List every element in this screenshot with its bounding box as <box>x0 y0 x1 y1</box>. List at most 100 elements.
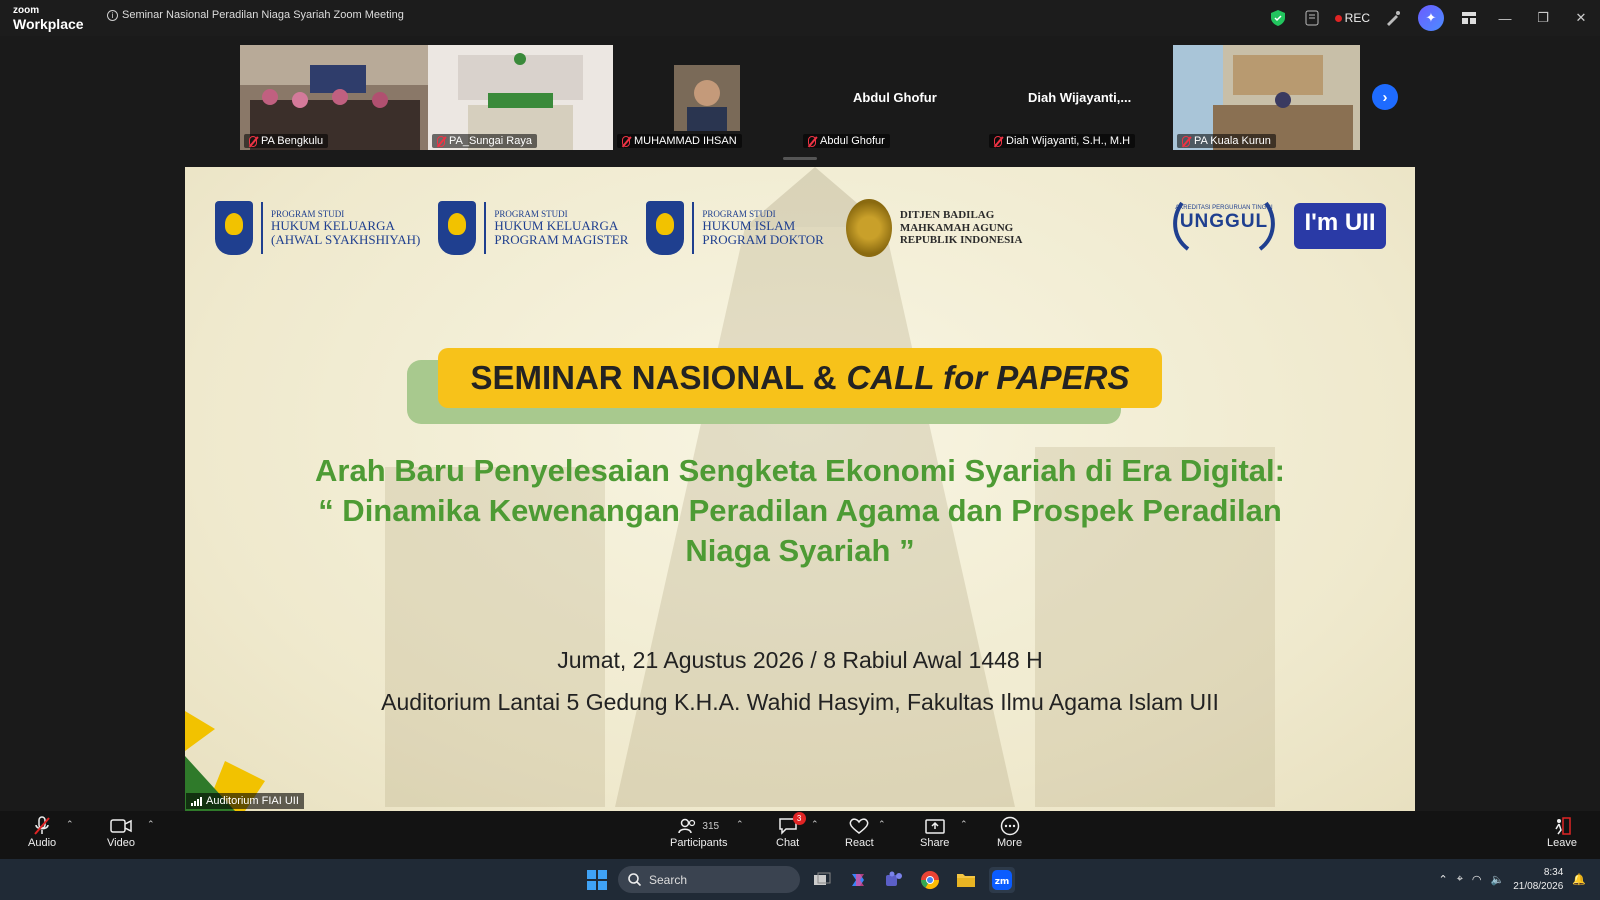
participant-tile-3[interactable]: MUHAMMAD IHSAN <box>613 45 799 150</box>
chat-options-chevron-icon[interactable]: ⌃ <box>811 819 819 830</box>
chat-label: Chat <box>776 837 800 849</box>
audio-button[interactable]: Audio <box>28 815 56 849</box>
copilot-icon[interactable] <box>845 867 871 893</box>
video-camera-icon <box>110 815 132 837</box>
logo-line-2: PROGRAM MAGISTER <box>494 231 629 247</box>
more-button[interactable]: More <box>997 815 1022 849</box>
info-icon[interactable]: i <box>107 9 118 21</box>
seminar-theme: Arah Baru Penyelesaian Sengketa Ekonomi … <box>245 451 1355 571</box>
share-screen-icon <box>924 815 945 837</box>
logo-line-2: PROGRAM DOKTOR <box>702 231 824 247</box>
close-icon[interactable]: ✕ <box>1562 0 1600 36</box>
participant-count: 315 <box>702 820 720 832</box>
video-label: Video <box>107 837 135 849</box>
mic-muted-icon <box>33 815 51 837</box>
wifi-icon[interactable]: ◠ <box>1472 873 1482 886</box>
im-uii-logo: I'm UII <box>1294 203 1386 249</box>
participant-name-tag: Diah Wijayanti, S.H., M.H <box>989 134 1136 148</box>
react-options-chevron-icon[interactable]: ⌃ <box>878 819 886 830</box>
leave-label: Leave <box>1547 837 1577 849</box>
share-options-chevron-icon[interactable]: ⌃ <box>960 819 968 830</box>
record-dot-icon <box>1334 14 1342 22</box>
video-options-chevron-icon[interactable]: ⌃ <box>147 819 155 830</box>
teams-icon[interactable] <box>881 867 907 893</box>
minimize-icon[interactable]: — <box>1486 0 1524 36</box>
search-placeholder: Search <box>649 872 688 887</box>
notes-icon[interactable] <box>1295 0 1329 36</box>
more-dots-icon <box>1000 815 1020 837</box>
uii-shield-icon <box>215 201 253 255</box>
participant-tile-5[interactable]: Diah Wijayanti,... Diah Wijayanti, S.H.,… <box>985 45 1173 150</box>
participant-name: Diah Wijayanti, S.H., M.H <box>1006 135 1131 147</box>
event-venue: Auditorium Lantai 5 Gedung K.H.A. Wahid … <box>381 689 1219 715</box>
mic-muted-icon <box>249 135 257 147</box>
react-button[interactable]: React <box>845 815 874 849</box>
logo-line-2: (AHWAL SYAKHSHIYAH) <box>271 231 421 247</box>
file-explorer-icon[interactable] <box>953 867 979 893</box>
participant-tile-2[interactable]: PA_Sungai Raya <box>428 45 613 150</box>
zoom-app-icon[interactable]: zm <box>989 867 1015 893</box>
react-label: React <box>845 837 874 849</box>
volume-icon[interactable]: 🔈 <box>1491 873 1505 886</box>
akreditasi-unggul-logo: AKREDITASI PERGURUAN TINGGI UNGGUL <box>1170 197 1278 253</box>
logo-line-1: HUKUM KELUARGA <box>271 218 395 234</box>
banner-text-italic: CALL for PAPERS <box>846 359 1130 396</box>
participant-name-tag: MUHAMMAD IHSAN <box>617 134 742 148</box>
share-button[interactable]: Share <box>920 815 949 849</box>
participant-name: Abdul Ghofur <box>820 135 885 147</box>
taskbar-search[interactable]: Search <box>618 866 800 893</box>
task-view-icon[interactable] <box>809 867 835 893</box>
chat-button[interactable]: 3 Chat <box>776 812 806 849</box>
mic-muted-icon <box>1182 135 1190 147</box>
theme-line-2: “ Dinamika Kewenangan Peradilan Agama da… <box>318 493 1282 528</box>
participants-options-chevron-icon[interactable]: ⌃ <box>736 819 744 830</box>
participants-button[interactable]: 315 Participants <box>670 815 727 849</box>
prodi-hukum-keluarga-logo: PROGRAM STUDI HUKUM KELUARGA (AHWAL SYAK… <box>215 201 420 255</box>
recording-indicator[interactable]: REC <box>1329 11 1376 25</box>
more-label: More <box>997 837 1023 849</box>
logo-line-1: HUKUM ISLAM <box>702 218 796 234</box>
leave-door-icon <box>1552 815 1572 837</box>
ai-companion-icon[interactable]: ✦ <box>1418 5 1444 31</box>
view-icon[interactable] <box>1452 0 1486 36</box>
chrome-icon[interactable] <box>917 867 943 893</box>
participant-name: PA_Sungai Raya <box>449 135 532 147</box>
strip-scroll-indicator[interactable] <box>783 157 817 160</box>
heart-icon <box>849 815 869 837</box>
prodi-magister-logo: PROGRAM STUDI HUKUM KELUARGA PROGRAM MAG… <box>438 201 628 255</box>
share-label: Share <box>920 837 950 849</box>
participant-name: PA Bengkulu <box>261 135 324 147</box>
participant-name-tag: PA Bengkulu <box>244 134 329 148</box>
participant-tile-1[interactable]: PA Bengkulu <box>240 45 428 150</box>
next-page-chevron-icon[interactable]: › <box>1372 84 1398 110</box>
mic-muted-icon <box>808 135 816 147</box>
audio-options-chevron-icon[interactable]: ⌃ <box>66 819 74 830</box>
meeting-controls: Audio ⌃ Video ⌃ 315 Participants ⌃ 3 Cha… <box>0 811 1600 859</box>
leave-button[interactable]: Leave <box>1547 815 1577 849</box>
annotate-icon[interactable] <box>1376 0 1410 36</box>
participant-tile-6[interactable]: PA Kuala Kurun <box>1173 45 1360 150</box>
system-tray: ⌃ ⌖ ◠ 🔈 8:34 21/08/2026 🔔 <box>1439 859 1600 900</box>
meeting-info[interactable]: i Seminar Nasional Peradilan Niaga Syari… <box>107 9 404 21</box>
uii-shield-icon <box>646 201 685 255</box>
tray-overflow-chevron-icon[interactable]: ⌃ <box>1439 873 1448 886</box>
logo-small-text: zoom <box>13 5 40 16</box>
restore-icon[interactable]: ❐ <box>1524 0 1562 36</box>
taskbar-clock[interactable]: 8:34 21/08/2026 <box>1513 866 1563 894</box>
mahkamah-agung-seal-icon <box>845 199 892 257</box>
seminar-banner: SEMINAR NASIONAL & CALL for PAPERS <box>438 348 1162 408</box>
video-button[interactable]: Video <box>107 815 135 849</box>
participant-name-tag: Abdul Ghofur <box>803 134 890 148</box>
badilag-line-3: REPUBLIK INDONESIA <box>899 234 1023 247</box>
encryption-shield-icon[interactable] <box>1261 0 1295 36</box>
notifications-bell-icon[interactable]: 🔔 <box>1572 873 1586 886</box>
laurel-icon <box>1173 201 1275 251</box>
meeting-title: Seminar Nasional Peradilan Niaga Syariah… <box>122 9 404 21</box>
windows-start-icon[interactable] <box>584 867 610 893</box>
participant-tile-4[interactable]: Abdul Ghofur Abdul Ghofur <box>799 45 985 150</box>
theme-line-1: Arah Baru Penyelesaian Sengketa Ekonomi … <box>315 453 1285 488</box>
location-icon[interactable]: ⌖ <box>1457 873 1463 886</box>
zoom-logo: zoom Workplace <box>13 5 84 32</box>
clock-time: 8:34 <box>1543 866 1564 878</box>
logo-big-text: Workplace <box>13 16 84 32</box>
